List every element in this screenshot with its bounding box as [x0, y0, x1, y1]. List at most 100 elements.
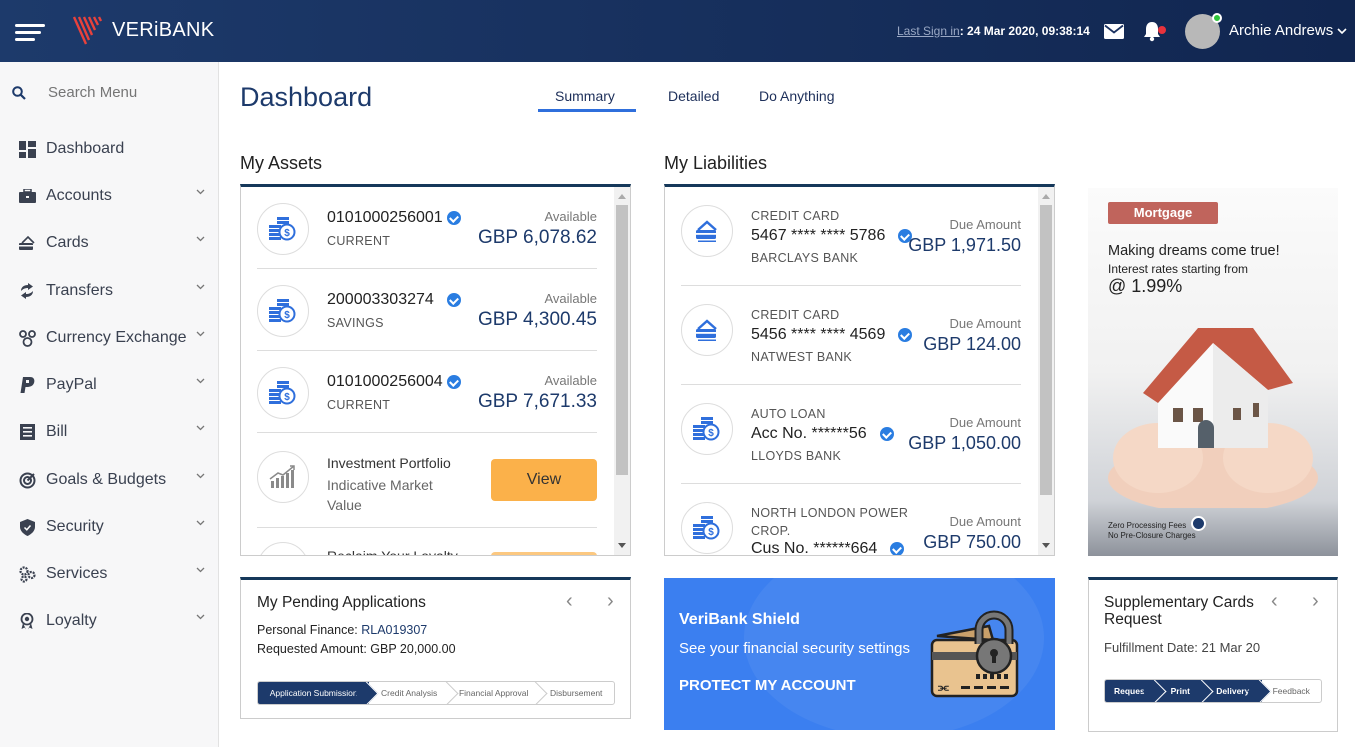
- assets-scrollbar[interactable]: [614, 187, 630, 555]
- liability-row[interactable]: $ NORTH LONDON POWER CROP. Cus No. *****…: [681, 484, 1021, 556]
- tab-summary[interactable]: Summary: [555, 88, 615, 104]
- liability-category: NORTH LONDON POWER: [751, 506, 909, 520]
- tab-do-anything[interactable]: Do Anything: [759, 88, 835, 104]
- sidebar: Dashboard Accounts Cards Transfers Curre…: [0, 62, 219, 747]
- liability-row[interactable]: CREDIT CARD 5456 **** **** 4569 NATWEST …: [681, 286, 1021, 385]
- sidebar-item-goals-budgets[interactable]: Goals & Budgets: [18, 465, 213, 495]
- mail-icon[interactable]: [1104, 24, 1124, 39]
- loyalty-title: Reclaim Your Loyalty: [327, 548, 458, 556]
- pending-applications-card: My Pending Applications ‹ › Personal Fin…: [240, 577, 631, 719]
- liabilities-panel: CREDIT CARD 5467 **** **** 5786 BARCLAYS…: [664, 184, 1055, 556]
- loyalty-button[interactable]: [491, 552, 597, 555]
- sidebar-item-label: PayPal: [46, 376, 97, 393]
- chevron-down-icon: [196, 473, 205, 479]
- verified-check-icon: [890, 541, 905, 555]
- liabilities-scrollbar[interactable]: [1038, 187, 1054, 555]
- sidebar-item-accounts[interactable]: Accounts: [18, 181, 213, 211]
- user-menu[interactable]: Archie Andrews: [1229, 22, 1347, 39]
- scroll-up-arrow[interactable]: [1042, 194, 1050, 199]
- shield-title: VeriBank Shield: [679, 611, 800, 628]
- scroll-down-arrow[interactable]: [1042, 543, 1050, 548]
- sidebar-item-dashboard[interactable]: Dashboard: [18, 134, 213, 164]
- briefcase-icon: [18, 187, 36, 205]
- sidebar-item-label: Transfers: [46, 282, 113, 299]
- chevron-down-icon: [196, 236, 205, 242]
- coins-icon: $: [257, 285, 309, 337]
- banner-headline: Making dreams come true!: [1108, 243, 1280, 259]
- bank-name: NATWEST BANK: [751, 350, 853, 364]
- chevron-down-icon: [196, 378, 205, 384]
- account-row[interactable]: $ 0101000256001 CURRENT Available GBP 6,…: [257, 187, 597, 269]
- sidebar-item-services[interactable]: Services: [18, 559, 213, 589]
- loyalty-icon: [257, 542, 309, 555]
- sidebar-item-cards[interactable]: Cards: [18, 228, 213, 258]
- user-name: Archie Andrews: [1229, 22, 1334, 39]
- veribank-shield-card[interactable]: VeriBank Shield See your financial secur…: [664, 578, 1055, 730]
- view-investment-button[interactable]: View: [491, 459, 597, 501]
- menu-toggle-button[interactable]: [15, 24, 45, 42]
- sidebar-item-loyalty[interactable]: Loyalty: [18, 606, 213, 636]
- cards-icon: [18, 234, 36, 252]
- svg-text:$: $: [708, 527, 714, 538]
- liability-category: AUTO LOAN: [751, 407, 826, 421]
- sidebar-item-paypal[interactable]: PayPal: [18, 370, 213, 400]
- due-label: Due Amount: [949, 316, 1021, 331]
- verified-check-icon: [446, 210, 461, 225]
- mortgage-banner[interactable]: Mortgage Making dreams come true! Intere…: [1088, 188, 1338, 556]
- sidebar-item-label: Loyalty: [46, 612, 97, 629]
- tab-detailed[interactable]: Detailed: [668, 88, 719, 104]
- account-row[interactable]: $ 0101000256004 CURRENT Available GBP 7,…: [257, 351, 597, 433]
- available-amount: GBP 6,078.62: [477, 227, 597, 248]
- card-request-progress: Request Print Delivery Feedback: [1104, 679, 1322, 703]
- liability-row[interactable]: $ AUTO LOAN Acc No. ******56 LLOYDS BANK…: [681, 385, 1021, 484]
- credit-card-icon: [681, 304, 733, 356]
- prev-arrow-icon[interactable]: ‹: [566, 590, 573, 613]
- search-icon[interactable]: [12, 85, 26, 100]
- banner-rate: @ 1.99%: [1108, 276, 1183, 296]
- next-arrow-icon[interactable]: ›: [607, 590, 614, 613]
- liabilities-title: My Liabilities: [664, 153, 768, 173]
- customer-number: Cus No. ******664: [751, 540, 878, 556]
- account-type: CURRENT: [327, 398, 391, 412]
- prev-arrow-icon[interactable]: ‹: [1271, 590, 1278, 613]
- step-disbursement: Disbursement: [549, 688, 603, 698]
- sidebar-item-security[interactable]: Security: [18, 512, 213, 542]
- sidebar-item-label: Currency Exchange: [46, 329, 187, 346]
- scroll-thumb[interactable]: [616, 205, 628, 475]
- search-menu-input[interactable]: [48, 84, 188, 101]
- transfer-icon: [18, 282, 36, 300]
- liability-category: CREDIT CARD: [751, 308, 840, 322]
- user-avatar[interactable]: [1185, 13, 1222, 49]
- pending-title: My Pending Applications: [257, 594, 426, 611]
- sidebar-item-bill[interactable]: Bill: [18, 417, 213, 447]
- brand-logo[interactable]: VERiBANK: [72, 14, 214, 46]
- svg-text:$: $: [284, 228, 290, 239]
- scroll-thumb[interactable]: [1040, 205, 1052, 495]
- liability-row[interactable]: CREDIT CARD 5467 **** **** 5786 BARCLAYS…: [681, 187, 1021, 286]
- active-tab-indicator: [538, 109, 636, 112]
- step-credit-analysis: Credit Analysis: [369, 682, 449, 704]
- svg-text:$: $: [284, 310, 290, 321]
- personal-finance-ref[interactable]: RLA019307: [361, 623, 427, 637]
- scroll-up-arrow[interactable]: [618, 194, 626, 199]
- notification-bell-icon[interactable]: [1143, 20, 1169, 42]
- loyalty-row[interactable]: Reclaim Your Loyalty: [257, 528, 597, 556]
- due-label: Due Amount: [949, 415, 1021, 430]
- step-application-submission: Application Submission: [258, 682, 370, 704]
- carousel-indicator[interactable]: [1191, 516, 1206, 531]
- bank-name: LLOYDS BANK: [751, 449, 842, 463]
- verified-check-icon: [898, 327, 913, 342]
- scroll-down-arrow[interactable]: [618, 543, 626, 548]
- sidebar-item-transfers[interactable]: Transfers: [18, 276, 213, 306]
- shield-subtitle: See your financial security settings: [679, 640, 910, 657]
- bill-icon: [18, 423, 36, 441]
- last-sign-in-link[interactable]: Last Sign in: [897, 24, 960, 38]
- next-arrow-icon[interactable]: ›: [1312, 590, 1319, 613]
- fulfillment-date: Fulfillment Date: 21 Mar 20: [1104, 640, 1261, 655]
- coins-icon: $: [257, 203, 309, 255]
- coins-icon: $: [681, 403, 733, 455]
- mortgage-badge: Mortgage: [1108, 202, 1218, 224]
- protect-account-link[interactable]: PROTECT MY ACCOUNT: [679, 677, 856, 694]
- sidebar-item-currency-exchange[interactable]: Currency Exchange: [18, 323, 213, 353]
- account-row[interactable]: $ 200003303274 SAVINGS Available GBP 4,3…: [257, 269, 597, 351]
